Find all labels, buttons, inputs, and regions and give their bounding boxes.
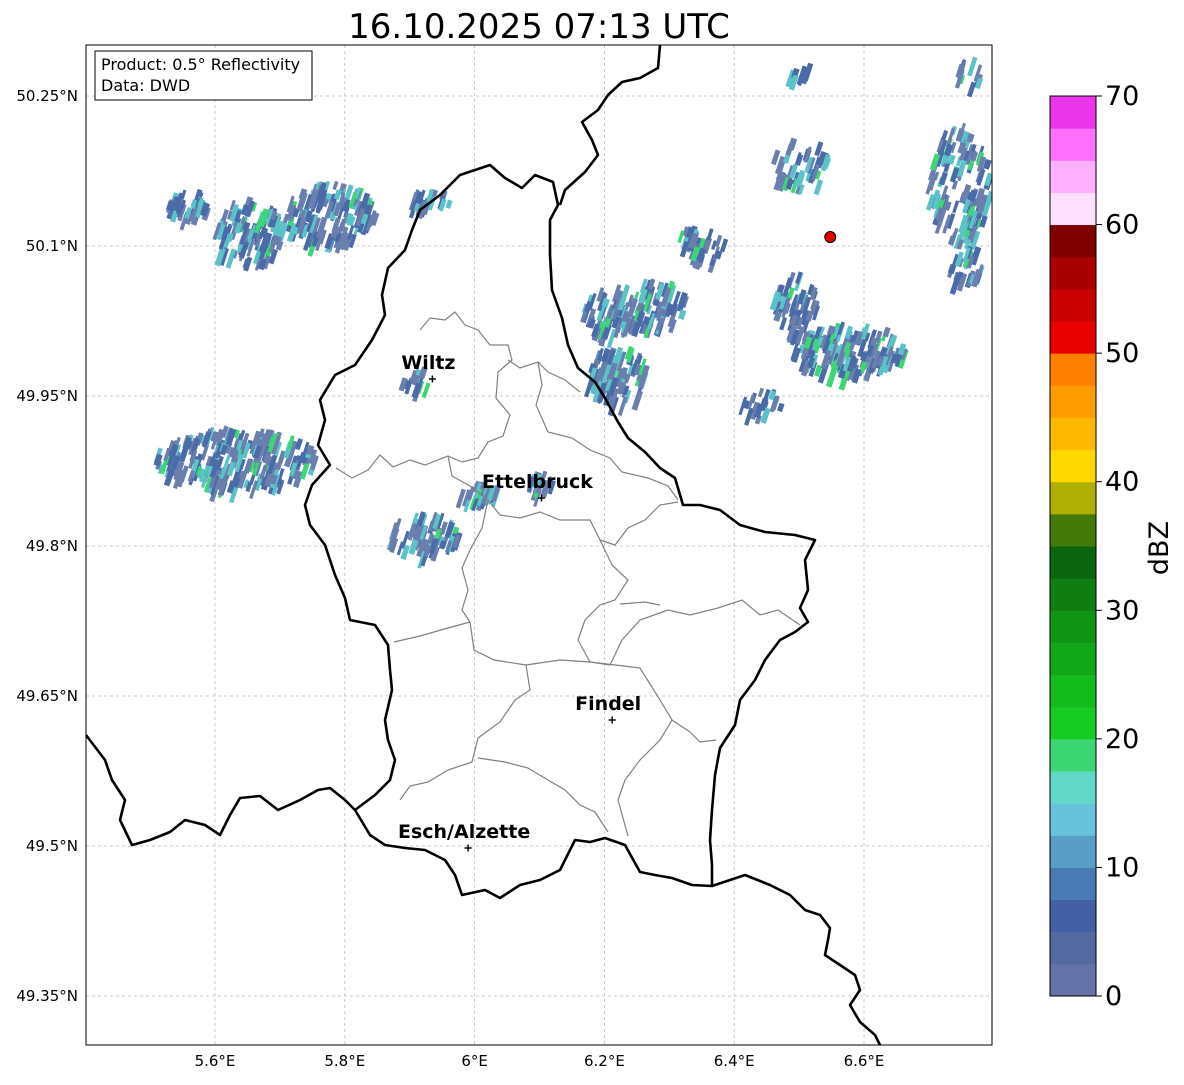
colorbar-segment [1050, 867, 1096, 901]
colorbar-segment [1050, 256, 1096, 290]
colorbar-segment [1050, 642, 1096, 676]
colorbar-segment [1050, 706, 1096, 740]
lon-tick-label: 6.2°E [584, 1052, 625, 1070]
colorbar-segment [1050, 321, 1096, 354]
colorbar-label: dBZ [1144, 521, 1175, 575]
colorbar-segment [1050, 192, 1096, 226]
colorbar-segment [1050, 481, 1096, 515]
colorbar-tick-label: 60 [1105, 210, 1139, 241]
colorbar-segment [1050, 128, 1096, 161]
lat-tick-label: 50.1°N [26, 237, 78, 255]
colorbar: 0 10 20 30 40 50 60 70 [1049, 81, 1139, 1012]
latitude-tick-labels: 50.25°N 50.1°N 49.95°N 49.8°N 49.65°N 49.5°N 4… [16, 87, 78, 1005]
colorbar-segment [1050, 963, 1096, 997]
colorbar-segment [1050, 899, 1096, 933]
lat-tick-label: 49.65°N [16, 687, 78, 705]
colorbar-segment [1050, 288, 1096, 322]
colorbar-tick-label: 50 [1105, 338, 1139, 369]
colorbar-segment [1050, 771, 1096, 804]
lon-tick-label: 6°E [461, 1052, 488, 1070]
lat-tick-label: 49.95°N [16, 387, 78, 405]
colorbar-segment [1050, 96, 1096, 129]
lon-tick-label: 5.8°E [324, 1052, 365, 1070]
lon-tick-label: 6.6°E [844, 1052, 885, 1070]
colorbar-segment [1050, 738, 1096, 772]
colorbar-segment [1050, 610, 1096, 643]
colorbar-segment [1050, 674, 1096, 708]
lat-tick-label: 50.25°N [16, 87, 78, 105]
info-data-source: Data: DWD [101, 76, 190, 95]
lon-tick-label: 5.6°E [195, 1052, 236, 1070]
colorbar-tick-label: 10 [1105, 852, 1139, 883]
colorbar-segment [1050, 385, 1096, 418]
colorbar-segment [1050, 931, 1096, 965]
longitude-tick-labels: 5.6°E 5.8°E 6°E 6.2°E 6.4°E 6.6°E [195, 1052, 885, 1070]
place-label: Esch/Alzette [398, 821, 530, 843]
radar-map-figure: 16.10.2025 07:13 UTC 50.25°N 50.1°N 49.9… [0, 0, 1184, 1081]
colorbar-tick-label: 0 [1105, 981, 1122, 1012]
colorbar-segment [1050, 417, 1096, 451]
lat-tick-label: 49.8°N [26, 537, 78, 555]
info-product: Product: 0.5° Reflectivity [101, 55, 300, 74]
colorbar-tick-label: 20 [1105, 724, 1139, 755]
info-box: Product: 0.5° Reflectivity Data: DWD [94, 50, 313, 101]
colorbar-segment [1050, 353, 1096, 386]
map-title: 16.10.2025 07:13 UTC [348, 7, 730, 47]
lat-tick-label: 49.35°N [16, 987, 78, 1005]
colorbar-segment [1050, 224, 1096, 258]
colorbar-tick-label: 30 [1105, 595, 1139, 626]
lon-tick-label: 6.4°E [714, 1052, 755, 1070]
colorbar-segment [1050, 835, 1096, 868]
colorbar-segment [1050, 578, 1096, 611]
colorbar-segment [1050, 513, 1096, 547]
radar-site-marker [824, 231, 837, 243]
colorbar-segment [1050, 803, 1096, 836]
colorbar-segment [1050, 546, 1096, 579]
colorbar-tick-label: 70 [1105, 81, 1139, 112]
place-label: Findel [575, 693, 641, 715]
lat-tick-label: 49.5°N [26, 837, 78, 855]
place-label: Wiltz [401, 352, 455, 374]
colorbar-tick-label: 40 [1105, 467, 1139, 498]
radar-map-svg: 16.10.2025 07:13 UTC 50.25°N50.1°N49.95°… [16, 7, 1175, 1070]
colorbar-segment [1050, 160, 1096, 193]
map-area [86, 45, 992, 1045]
place-label: Ettelbruck [482, 471, 593, 493]
colorbar-segment [1050, 449, 1096, 483]
